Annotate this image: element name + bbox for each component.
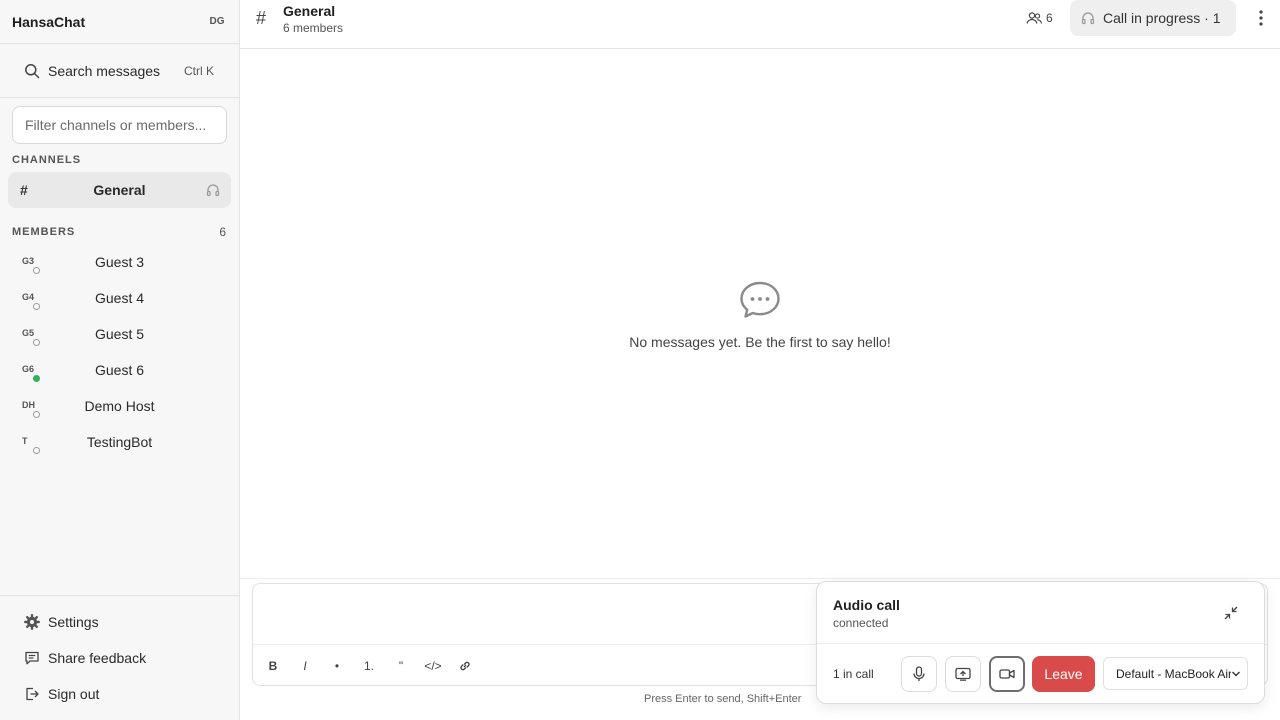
- channel-name: General: [93, 182, 146, 198]
- link-icon[interactable]: [453, 656, 477, 676]
- users-icon: [1026, 11, 1042, 25]
- divider: [0, 97, 239, 98]
- minimize-icon[interactable]: [1223, 605, 1239, 621]
- member-item[interactable]: G3 Guest 3: [8, 245, 231, 279]
- member-name: Guest 6: [94, 362, 145, 378]
- search-label: Search messages: [48, 63, 161, 79]
- members-heading: MEMBERS: [12, 226, 76, 238]
- participants-count: 1 in call: [833, 667, 874, 681]
- divider: [817, 643, 1264, 644]
- video-button[interactable]: [989, 656, 1025, 692]
- selected-device: Default - MacBook Air: [1116, 667, 1233, 681]
- member-name: Demo Host: [84, 398, 155, 414]
- leave-call-button[interactable]: Leave: [1032, 656, 1095, 692]
- call-status: connected: [833, 616, 889, 630]
- page-title: General: [283, 3, 336, 19]
- empty-state-text: No messages yet. Be the first to say hel…: [629, 334, 891, 350]
- member-name: TestingBot: [86, 434, 153, 450]
- code-button[interactable]: </>: [419, 656, 447, 676]
- member-name: Guest 5: [94, 326, 145, 342]
- microphone-icon: [913, 666, 925, 681]
- divider: [0, 595, 239, 596]
- bold-button[interactable]: B: [261, 656, 285, 676]
- gear-icon: [24, 614, 40, 630]
- settings-button[interactable]: Settings: [12, 607, 228, 637]
- more-options-icon[interactable]: [1252, 8, 1270, 28]
- feedback-icon: [24, 650, 40, 666]
- user-avatar[interactable]: DG: [204, 13, 230, 31]
- filter-input[interactable]: [12, 106, 227, 144]
- member-item[interactable]: G4 Guest 4: [8, 281, 231, 315]
- empty-state: No messages yet. Be the first to say hel…: [240, 280, 1280, 360]
- members-count: 6: [1046, 11, 1053, 25]
- search-icon: [24, 63, 40, 79]
- divider: [0, 43, 239, 44]
- sign-out-label: Sign out: [48, 686, 100, 702]
- headphones-icon: [1081, 11, 1095, 25]
- chevron-down-icon: [1231, 670, 1241, 678]
- call-title: Audio call: [833, 597, 900, 613]
- bullet-list-button[interactable]: •: [325, 656, 349, 676]
- sign-out-button[interactable]: Sign out: [12, 679, 228, 709]
- quote-button[interactable]: ": [389, 656, 413, 676]
- channels-heading: CHANNELS: [12, 154, 82, 166]
- member-name: Guest 4: [94, 290, 145, 306]
- share-feedback-button[interactable]: Share feedback: [12, 643, 228, 673]
- chat-bubble-icon: [739, 280, 781, 320]
- audio-call-panel: Audio call connected 1 in call Leave Def…: [816, 581, 1265, 704]
- italic-button[interactable]: I: [293, 656, 317, 676]
- member-item[interactable]: G5 Guest 5: [8, 317, 231, 351]
- search-messages-button[interactable]: Search messages Ctrl K: [12, 54, 228, 88]
- member-count-subtitle: 6 members: [283, 21, 344, 35]
- channel-hash: #: [256, 8, 267, 28]
- search-shortcut: Ctrl K: [184, 64, 214, 78]
- member-item[interactable]: DH Demo Host: [8, 389, 231, 423]
- feedback-label: Share feedback: [48, 650, 147, 666]
- app-name: HansaChat: [12, 14, 86, 30]
- microphone-button[interactable]: [901, 656, 937, 692]
- ordered-list-button[interactable]: 1.: [357, 656, 381, 676]
- members-count: 6: [219, 225, 226, 239]
- send-hint: Press Enter to send, Shift+Enter: [644, 693, 802, 705]
- video-camera-icon: [999, 669, 1015, 679]
- member-item[interactable]: T TestingBot: [8, 425, 231, 459]
- call-status-label: Call in progress · 1: [1103, 10, 1221, 26]
- member-item[interactable]: G6 Guest 6: [8, 353, 231, 387]
- screen-share-icon: [955, 667, 971, 681]
- settings-label: Settings: [48, 614, 99, 630]
- sidebar: HansaChat DG Search messages Ctrl K CHAN…: [0, 0, 240, 720]
- divider: [240, 578, 1280, 579]
- screen-share-button[interactable]: [945, 656, 981, 692]
- channel-item-general[interactable]: # General: [8, 172, 231, 208]
- call-in-progress-button[interactable]: Call in progress · 1: [1070, 0, 1236, 36]
- sign-out-icon: [24, 686, 40, 702]
- audio-device-select[interactable]: Default - MacBook Air: [1103, 657, 1248, 690]
- headphones-icon: [206, 183, 220, 197]
- member-name: Guest 3: [94, 254, 145, 270]
- members-button[interactable]: 6: [1024, 8, 1058, 28]
- channel-header: # General 6 members 6 Call in progress ·…: [240, 0, 1280, 49]
